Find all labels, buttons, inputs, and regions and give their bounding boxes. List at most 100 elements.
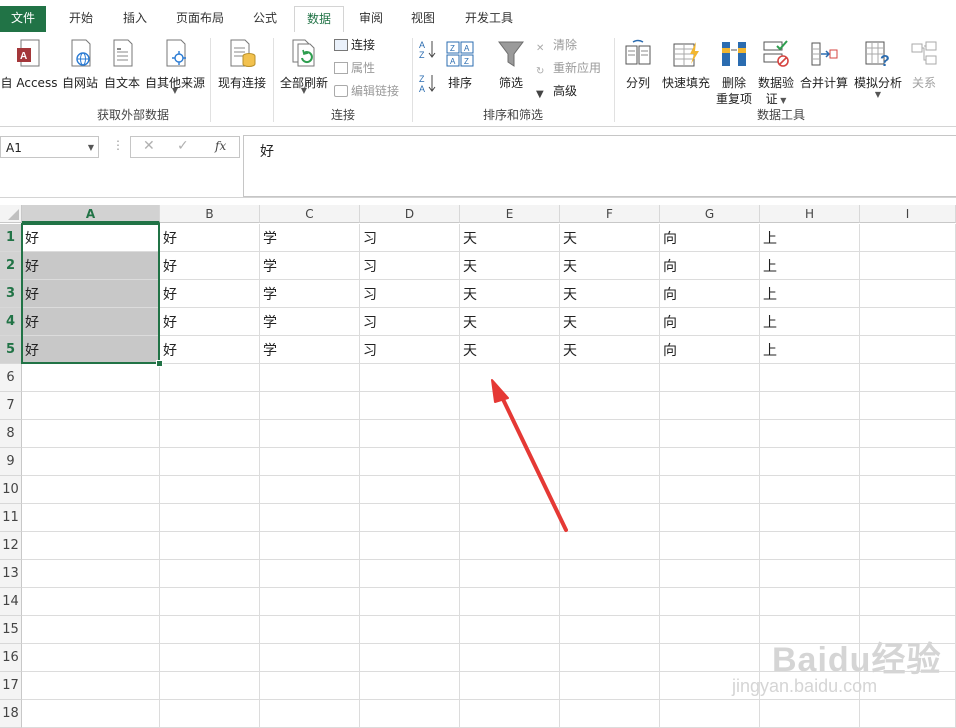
cell-f13[interactable] [560,560,660,588]
cell-b13[interactable] [160,560,260,588]
cell-i7[interactable] [860,392,956,420]
existing-connections-button[interactable]: 现有连接 [214,36,270,98]
cell-f17[interactable] [560,672,660,700]
row-header[interactable]: 6 [0,364,22,392]
cell-g10[interactable] [660,476,760,504]
cell-b1[interactable]: 好 [160,224,260,252]
from-web-button[interactable]: 自网站 [58,36,102,98]
cell-d15[interactable] [360,616,460,644]
cell-h9[interactable] [760,448,860,476]
select-all-corner[interactable] [0,205,22,223]
cell-e9[interactable] [460,448,560,476]
cell-c15[interactable] [260,616,360,644]
cell-i15[interactable] [860,616,956,644]
cell-e4[interactable]: 天 [460,308,560,336]
cell-a14[interactable] [22,588,160,616]
cell-h4[interactable]: 上 [760,308,860,336]
cell-f12[interactable] [560,532,660,560]
sort-button[interactable]: Z A A Z 排序 [442,36,478,98]
cell-d7[interactable] [360,392,460,420]
cell-f3[interactable]: 天 [560,280,660,308]
cell-d5[interactable]: 习 [360,336,460,364]
cell-d17[interactable] [360,672,460,700]
remove-duplicates-button[interactable]: 删除 重复项 [714,36,754,106]
row-header[interactable]: 11 [0,504,22,532]
cancel-icon[interactable]: ✕ [143,138,155,154]
cell-g6[interactable] [660,364,760,392]
cell-e11[interactable] [460,504,560,532]
tab-file[interactable]: 文件 [0,6,46,32]
cell-a1[interactable]: 好 [22,224,160,252]
column-header-c[interactable]: C [260,205,360,223]
tab-review[interactable]: 审阅 [348,6,394,32]
cell-i4[interactable] [860,308,956,336]
cell-b14[interactable] [160,588,260,616]
cell-c9[interactable] [260,448,360,476]
text-to-columns-button[interactable]: 分列 [618,36,658,98]
cell-e15[interactable] [460,616,560,644]
clear-filter-button[interactable]: ✕ 清除 [536,36,577,54]
row-header[interactable]: 17 [0,672,22,700]
column-header-g[interactable]: G [660,205,760,223]
cell-i10[interactable] [860,476,956,504]
cell-a13[interactable] [22,560,160,588]
cell-i5[interactable] [860,336,956,364]
row-header[interactable]: 15 [0,616,22,644]
cell-f4[interactable]: 天 [560,308,660,336]
cell-f2[interactable]: 天 [560,252,660,280]
cell-i18[interactable] [860,700,956,728]
properties-button[interactable]: 属性 [334,59,375,77]
cell-h10[interactable] [760,476,860,504]
cell-e8[interactable] [460,420,560,448]
cell-h15[interactable] [760,616,860,644]
cell-b7[interactable] [160,392,260,420]
cell-d9[interactable] [360,448,460,476]
cell-h11[interactable] [760,504,860,532]
cell-g12[interactable] [660,532,760,560]
tab-insert[interactable]: 插入 [110,6,160,32]
cell-d12[interactable] [360,532,460,560]
cell-b8[interactable] [160,420,260,448]
cell-g2[interactable]: 向 [660,252,760,280]
cell-c1[interactable]: 学 [260,224,360,252]
cell-e12[interactable] [460,532,560,560]
cell-d16[interactable] [360,644,460,672]
cell-h18[interactable] [760,700,860,728]
tab-view[interactable]: 视图 [400,6,446,32]
cell-g18[interactable] [660,700,760,728]
cell-g3[interactable]: 向 [660,280,760,308]
cell-e18[interactable] [460,700,560,728]
cell-c3[interactable]: 学 [260,280,360,308]
connections-button[interactable]: 连接 [334,36,375,54]
tab-page-layout[interactable]: 页面布局 [168,6,232,32]
cell-a4[interactable]: 好 [22,308,160,336]
cell-i11[interactable] [860,504,956,532]
column-header-f[interactable]: F [560,205,660,223]
row-header[interactable]: 7 [0,392,22,420]
cell-h16[interactable] [760,644,860,672]
cell-c11[interactable] [260,504,360,532]
cell-c7[interactable] [260,392,360,420]
cell-c18[interactable] [260,700,360,728]
cell-e14[interactable] [460,588,560,616]
cell-c2[interactable]: 学 [260,252,360,280]
cell-c8[interactable] [260,420,360,448]
cell-d8[interactable] [360,420,460,448]
cell-g15[interactable] [660,616,760,644]
cell-e6[interactable] [460,364,560,392]
row-header[interactable]: 8 [0,420,22,448]
cell-f8[interactable] [560,420,660,448]
cell-i9[interactable] [860,448,956,476]
cell-g4[interactable]: 向 [660,308,760,336]
cell-h1[interactable]: 上 [760,224,860,252]
cell-c4[interactable]: 学 [260,308,360,336]
cell-f6[interactable] [560,364,660,392]
cell-f10[interactable] [560,476,660,504]
cell-b15[interactable] [160,616,260,644]
cell-i8[interactable] [860,420,956,448]
cell-h5[interactable]: 上 [760,336,860,364]
cell-d2[interactable]: 习 [360,252,460,280]
flash-fill-button[interactable]: 快速填充 [660,36,712,98]
row-header[interactable]: 12 [0,532,22,560]
cell-c16[interactable] [260,644,360,672]
